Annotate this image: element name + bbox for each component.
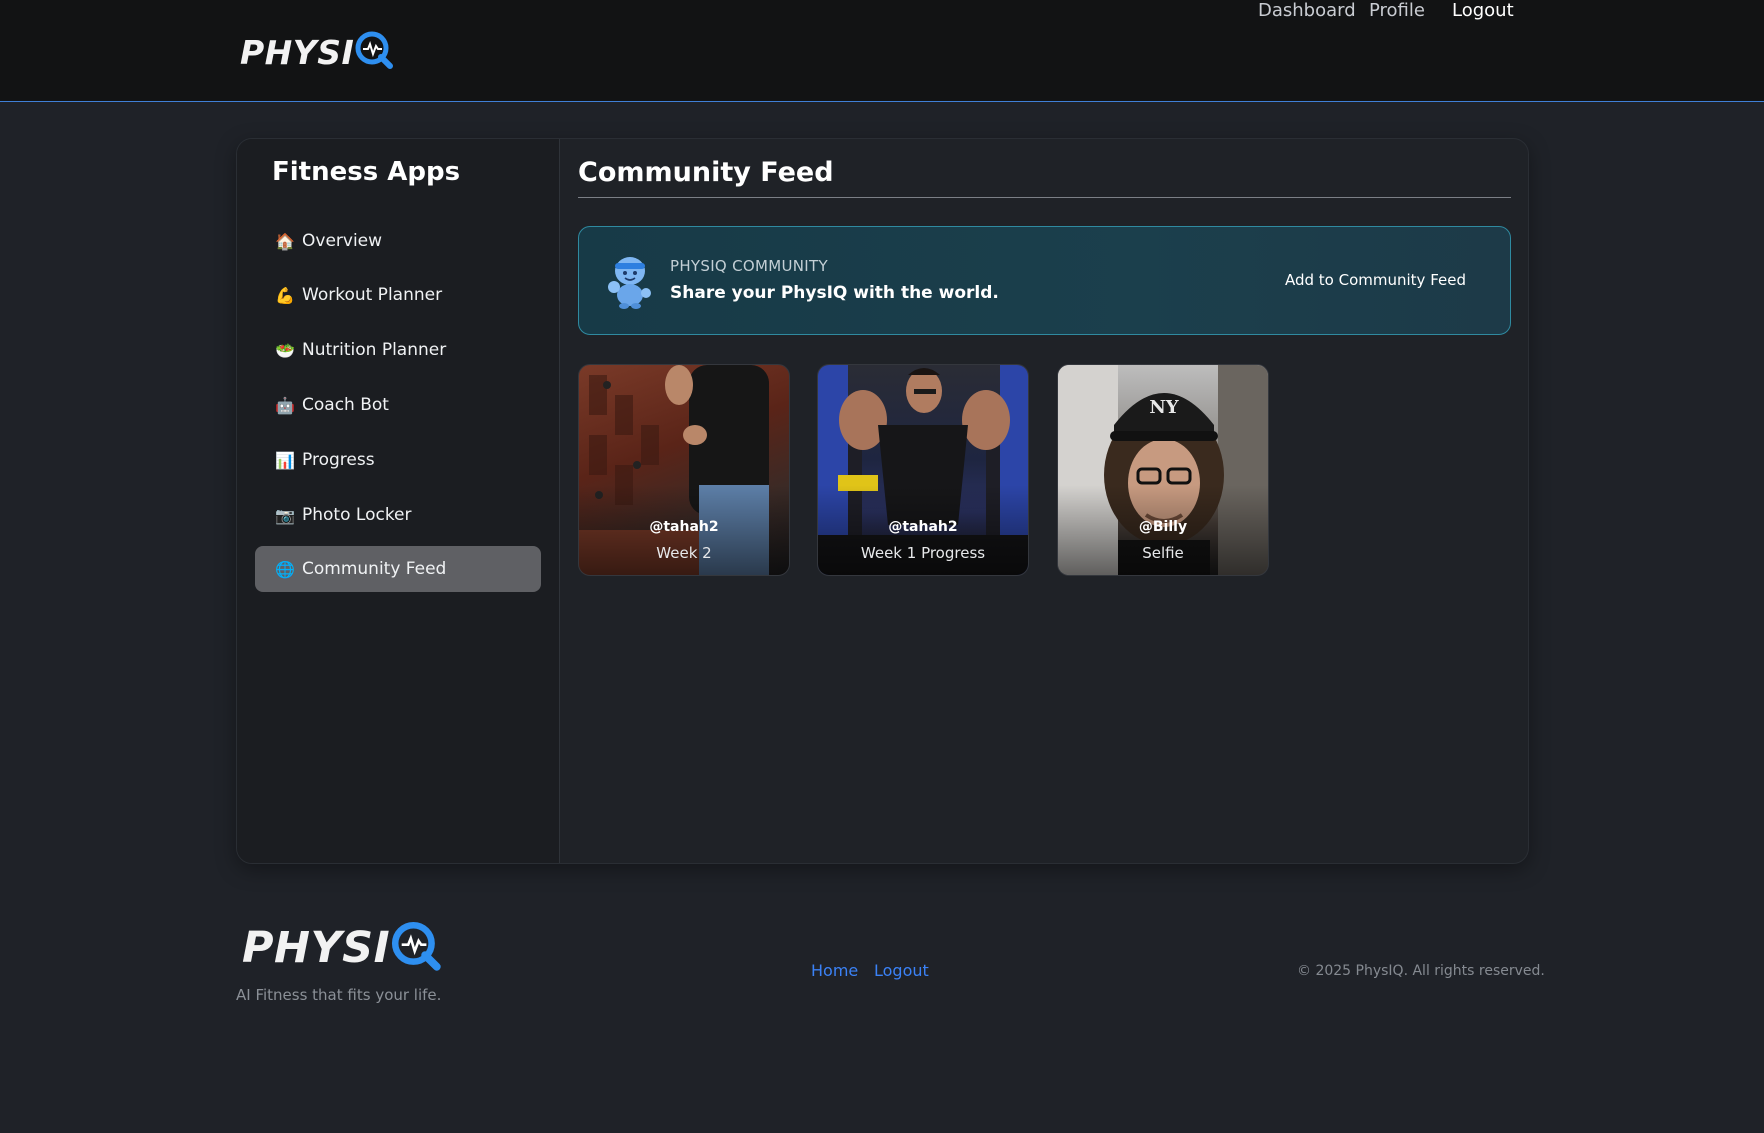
- sidebar-item-workout-planner[interactable]: 💪 Workout Planner: [255, 272, 541, 318]
- community-banner: PHYSIQ COMMUNITY Share your PhysIQ with …: [578, 226, 1511, 335]
- sidebar-item-label: Overview: [302, 231, 383, 251]
- sidebar-item-community-feed[interactable]: 🌐 Community Feed: [255, 546, 541, 592]
- post-caption: Selfie: [1142, 544, 1184, 562]
- sidebar-item-label: Coach Bot: [302, 395, 389, 415]
- sidebar-item-nutrition-planner[interactable]: 🥗 Nutrition Planner: [255, 327, 541, 373]
- salad-bowl-icon: 🥗: [275, 340, 295, 360]
- sidebar: Fitness Apps 🏠 Overview 💪 Workout Planne…: [237, 139, 560, 863]
- banner-tagline: Share your PhysIQ with the world.: [670, 283, 999, 303]
- post-username: @tahah2: [649, 519, 719, 535]
- robot-icon: 🤖: [275, 395, 295, 415]
- footer-home-link[interactable]: Home: [811, 961, 858, 980]
- main-content: Community Feed PHYSIQ COMMUNITY Share yo…: [578, 139, 1512, 863]
- sidebar-item-overview[interactable]: 🏠 Overview: [255, 218, 541, 264]
- sidebar-item-label: Nutrition Planner: [302, 340, 447, 360]
- sidebar-item-coach-bot[interactable]: 🤖 Coach Bot: [255, 382, 541, 428]
- logo-q-pulse-icon: [390, 920, 442, 976]
- app-card: Fitness Apps 🏠 Overview 💪 Workout Planne…: [236, 138, 1529, 864]
- flexed-bicep-icon: 💪: [275, 285, 295, 305]
- footer-tagline: AI Fitness that fits your life.: [236, 986, 442, 1004]
- post-caption: Week 2: [656, 544, 712, 562]
- nav-logout-link[interactable]: Logout: [1452, 0, 1514, 21]
- footer-physiq-logo[interactable]: PHYSI: [242, 920, 442, 976]
- banner-kicker: PHYSIQ COMMUNITY: [670, 257, 828, 275]
- post-username: @Billy: [1138, 519, 1188, 535]
- community-post-card[interactable]: @tahah2 Week 1 Progress: [817, 364, 1029, 576]
- sidebar-item-photo-locker[interactable]: 📷 Photo Locker: [255, 492, 541, 538]
- add-to-community-feed-button[interactable]: Add to Community Feed: [1285, 271, 1466, 289]
- copyright-text: © 2025 PhysIQ. All rights reserved.: [1297, 963, 1545, 979]
- logo-wordmark: PHYSI: [240, 32, 355, 72]
- physiq-logo[interactable]: PHYSI: [240, 30, 394, 74]
- house-icon: 🏠: [275, 231, 295, 251]
- svg-text:NY: NY: [1149, 397, 1179, 418]
- sidebar-item-label: Workout Planner: [302, 285, 443, 305]
- bar-chart-icon: 📊: [275, 450, 295, 470]
- mascot-icon: [605, 253, 655, 309]
- title-divider: [578, 197, 1511, 198]
- community-post-card[interactable]: @tahah2 Week 2: [578, 364, 790, 576]
- post-caption: Week 1 Progress: [860, 544, 986, 562]
- footer-logout-link[interactable]: Logout: [874, 961, 929, 980]
- post-username: @tahah2: [888, 519, 958, 535]
- sidebar-title: Fitness Apps: [272, 157, 461, 187]
- camera-icon: 📷: [275, 505, 295, 525]
- sidebar-item-label: Photo Locker: [302, 505, 412, 525]
- nav-profile-link[interactable]: Profile: [1369, 0, 1425, 21]
- page-title: Community Feed: [578, 157, 834, 188]
- sidebar-item-label: Progress: [302, 450, 375, 470]
- nav-dashboard-link[interactable]: Dashboard: [1258, 0, 1356, 21]
- logo-wordmark: PHYSI: [242, 923, 391, 973]
- sidebar-item-label: Community Feed: [302, 559, 447, 579]
- community-post-card[interactable]: NY @Billy Selfie: [1057, 364, 1269, 576]
- globe-icon: 🌐: [275, 559, 295, 579]
- top-navbar: PHYSI Dashboard Profile Logout: [0, 0, 1764, 102]
- logo-q-pulse-icon: [354, 30, 394, 74]
- sidebar-item-progress[interactable]: 📊 Progress: [255, 437, 541, 483]
